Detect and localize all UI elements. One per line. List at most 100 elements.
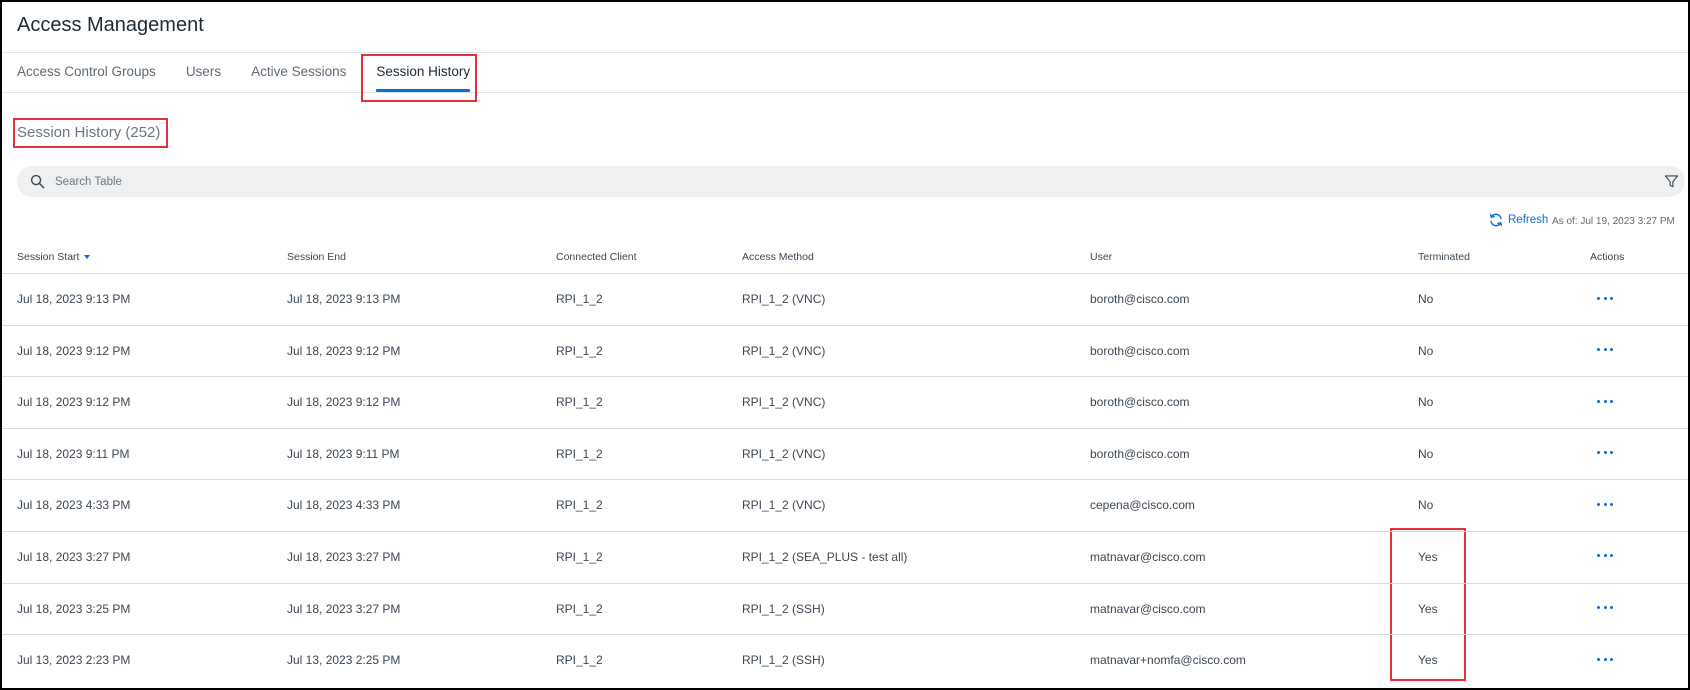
dot	[1603, 554, 1607, 558]
last-updated-timestamp: As of: Jul 19, 2023 3:27 PM	[1552, 216, 1675, 227]
table-body: Jul 18, 2023 9:13 PM Jul 18, 2023 9:13 PM…	[2, 274, 1688, 687]
dot	[1610, 399, 1613, 403]
cell-terminated: No	[1418, 498, 1434, 513]
more-horizontal-icon[interactable]	[1596, 550, 1614, 562]
tab-users[interactable]: Users	[186, 52, 221, 92]
cell-connected-client: RPI_1_2	[556, 498, 603, 513]
cell-session-start: Jul 18, 2023 4:33 PM	[17, 498, 131, 513]
cell-session-end: Jul 18, 2023 9:12 PM	[287, 395, 401, 410]
dot	[1597, 657, 1600, 661]
cell-session-start: Jul 18, 2023 9:12 PM	[17, 395, 131, 410]
more-horizontal-icon[interactable]	[1596, 602, 1614, 614]
cell-connected-client: RPI_1_2	[556, 395, 603, 410]
cell-access-method: RPI_1_2 (SSH)	[742, 601, 825, 616]
column-header-session-end[interactable]: Session End	[287, 251, 346, 263]
cell-connected-client: RPI_1_2	[556, 653, 603, 668]
cell-connected-client: RPI_1_2	[556, 549, 603, 564]
dot	[1597, 296, 1600, 300]
dot	[1597, 502, 1600, 506]
cell-terminated: No	[1418, 395, 1434, 410]
cell-access-method: RPI_1_2 (SEA_PLUS - test all)	[742, 549, 908, 564]
cell-terminated: Yes	[1418, 653, 1438, 668]
search-bar	[17, 166, 1685, 197]
cell-connected-client: RPI_1_2	[556, 446, 603, 461]
more-horizontal-icon[interactable]	[1596, 292, 1614, 304]
table-row: Jul 13, 2023 2:23 PM Jul 13, 2023 2:25 PM…	[2, 635, 1688, 687]
cell-access-method: RPI_1_2 (VNC)	[742, 446, 826, 461]
filter-icon[interactable]	[1664, 174, 1679, 189]
cell-session-start: Jul 18, 2023 9:11 PM	[17, 446, 130, 461]
more-horizontal-icon[interactable]	[1596, 653, 1614, 665]
column-header-label: Session Start	[17, 251, 80, 263]
refresh-icon	[1489, 213, 1503, 227]
cell-session-start: Jul 18, 2023 3:25 PM	[17, 601, 131, 616]
table-row: Jul 18, 2023 3:27 PM Jul 18, 2023 3:27 PM…	[2, 532, 1688, 584]
cell-session-end: Jul 18, 2023 9:13 PM	[287, 292, 401, 306]
cell-user: boroth@cisco.com	[1090, 446, 1190, 461]
dot	[1610, 657, 1613, 661]
table-row: Jul 18, 2023 9:13 PM Jul 18, 2023 9:13 PM…	[2, 274, 1688, 326]
cell-session-start: Jul 18, 2023 9:12 PM	[17, 343, 131, 358]
tab-access-control-groups[interactable]: Access Control Groups	[17, 52, 156, 92]
column-header-terminated[interactable]: Terminated	[1418, 251, 1470, 263]
cell-session-end: Jul 13, 2023 2:25 PM	[287, 653, 401, 668]
table-row: Jul 18, 2023 4:33 PM Jul 18, 2023 4:33 PM…	[2, 480, 1688, 532]
dot	[1603, 606, 1607, 610]
column-header-user[interactable]: User	[1090, 251, 1112, 263]
section-title: Session History (252)	[17, 124, 161, 141]
page-title: Access Management	[17, 14, 204, 36]
column-header-connected-client[interactable]: Connected Client	[556, 251, 637, 263]
table-row: Jul 18, 2023 3:25 PM Jul 18, 2023 3:27 PM…	[2, 584, 1688, 636]
more-horizontal-icon[interactable]	[1596, 395, 1614, 407]
sort-descending-icon	[84, 255, 91, 260]
dot	[1603, 296, 1607, 300]
cell-connected-client: RPI_1_2	[556, 292, 603, 306]
cell-user: matnavar@cisco.com	[1090, 549, 1206, 564]
cell-session-start: Jul 18, 2023 9:13 PM	[17, 292, 131, 306]
dot	[1603, 502, 1607, 506]
cell-access-method: RPI_1_2 (VNC)	[742, 498, 826, 513]
cell-access-method: RPI_1_2 (SSH)	[742, 653, 825, 668]
table-row: Jul 18, 2023 9:12 PM Jul 18, 2023 9:12 PM…	[2, 326, 1688, 378]
cell-terminated: No	[1418, 343, 1434, 358]
dot	[1597, 606, 1600, 610]
cell-connected-client: RPI_1_2	[556, 601, 603, 616]
cell-session-end: Jul 18, 2023 3:27 PM	[287, 601, 401, 616]
refresh-label: Refresh	[1508, 214, 1549, 226]
dot	[1610, 451, 1613, 455]
dot	[1603, 399, 1607, 403]
tab-session-history[interactable]: Session History	[376, 52, 470, 92]
search-icon	[30, 174, 45, 189]
dot	[1603, 451, 1607, 455]
dot	[1603, 657, 1607, 661]
tab-active-sessions[interactable]: Active Sessions	[251, 52, 346, 92]
cell-user: matnavar@cisco.com	[1090, 601, 1206, 616]
table-header: Session Start Session End Connected Clie…	[2, 236, 1688, 274]
tabs-divider	[2, 92, 1688, 93]
cell-user: boroth@cisco.com	[1090, 292, 1190, 306]
cell-connected-client: RPI_1_2	[556, 343, 603, 358]
more-horizontal-icon[interactable]	[1596, 447, 1614, 459]
dot	[1597, 554, 1600, 558]
column-header-access-method[interactable]: Access Method	[742, 251, 814, 263]
more-horizontal-icon[interactable]	[1596, 344, 1614, 356]
table-row: Jul 18, 2023 9:11 PM Jul 18, 2023 9:11 PM…	[2, 429, 1688, 481]
table-row: Jul 18, 2023 9:12 PM Jul 18, 2023 9:12 PM…	[2, 377, 1688, 429]
cell-session-start: Jul 13, 2023 2:23 PM	[17, 653, 131, 668]
refresh-button[interactable]: Refresh	[1488, 212, 1548, 228]
cell-access-method: RPI_1_2 (VNC)	[742, 343, 826, 358]
more-horizontal-icon[interactable]	[1596, 498, 1614, 510]
cell-session-end: Jul 18, 2023 4:33 PM	[287, 498, 401, 513]
cell-terminated: Yes	[1418, 601, 1438, 616]
search-input[interactable]	[55, 166, 1605, 197]
dot	[1610, 502, 1613, 506]
cell-terminated: No	[1418, 446, 1434, 461]
column-header-session-start[interactable]: Session Start	[17, 251, 91, 263]
cell-user: matnavar+nomfa@cisco.com	[1090, 653, 1246, 668]
dot	[1603, 348, 1607, 352]
cell-session-end: Jul 18, 2023 9:12 PM	[287, 343, 401, 358]
column-header-actions: Actions	[1590, 251, 1625, 263]
dot	[1597, 348, 1600, 352]
cell-terminated: No	[1418, 292, 1434, 306]
cell-user: boroth@cisco.com	[1090, 343, 1190, 358]
